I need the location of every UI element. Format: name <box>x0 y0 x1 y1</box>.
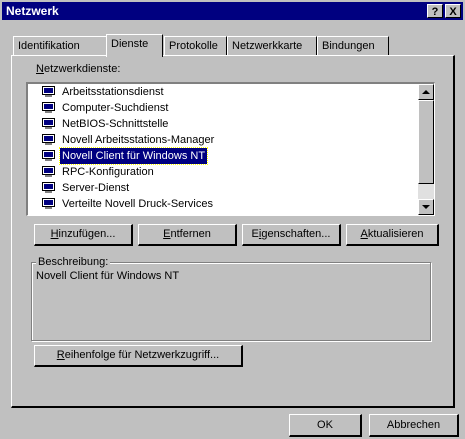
network-service-icon <box>42 198 55 209</box>
refresh-button[interactable]: Aktualisieren <box>346 224 439 246</box>
list-item-label: Computer-Suchdienst <box>62 102 169 114</box>
description-label: Beschreibung: <box>36 256 111 268</box>
list-item-label: NetBIOS-Schnittstelle <box>62 118 169 130</box>
help-button[interactable]: ? <box>427 4 443 18</box>
list-item-label: RPC-Konfiguration <box>62 166 154 178</box>
arrow-up-icon <box>422 90 430 94</box>
list-item-label: Verteilte Novell Druck-Services <box>62 198 213 210</box>
network-dialog: Netzwerk ? X Identifikation Dienste Prot… <box>0 0 465 439</box>
network-order-button[interactable]: Reihenfolge für Netzwerkzugriff... <box>34 345 243 367</box>
services-listbox[interactable]: Arbeitsstationsdienst Computer-Suchdiens… <box>26 82 435 216</box>
tab-protokolle[interactable]: Protokolle <box>164 36 227 56</box>
title-bar[interactable]: Netzwerk ? X <box>2 2 463 20</box>
tab-bindungen[interactable]: Bindungen <box>317 36 389 56</box>
tab-label: Identifikation <box>18 40 80 52</box>
list-item-label: Novell Client für Windows NT <box>58 147 209 165</box>
arrow-down-icon <box>422 205 430 209</box>
network-service-icon <box>42 102 55 113</box>
ok-button[interactable]: OK <box>289 414 362 437</box>
tab-identifikation[interactable]: Identifikation <box>13 36 108 56</box>
close-button[interactable]: X <box>445 4 461 18</box>
list-item-label: Arbeitsstationsdienst <box>62 86 164 98</box>
services-label: Netzwerkdienste: <box>36 63 121 75</box>
network-service-icon <box>42 86 55 97</box>
remove-button[interactable]: Entfernen <box>138 224 237 246</box>
list-item-label: Novell Arbeitsstations-Manager <box>62 134 215 146</box>
cancel-button[interactable]: Abbrechen <box>369 414 459 437</box>
network-service-icon <box>42 166 55 177</box>
window-title: Netzwerk <box>6 4 59 18</box>
network-service-icon <box>42 134 55 145</box>
vertical-scrollbar[interactable] <box>418 84 434 215</box>
network-service-icon <box>42 118 55 129</box>
network-service-icon <box>42 182 55 193</box>
properties-button[interactable]: Eigenschaften... <box>242 224 341 246</box>
scroll-thumb[interactable] <box>418 100 434 184</box>
tab-label: Netzwerkkarte <box>232 40 303 52</box>
list-item-label: Server-Dienst <box>62 182 130 194</box>
network-service-icon <box>42 150 55 161</box>
tab-label: Dienste <box>111 38 149 50</box>
scroll-up-button[interactable] <box>418 84 434 100</box>
scroll-down-button[interactable] <box>418 199 434 215</box>
tab-netzwerkkarte[interactable]: Netzwerkkarte <box>227 36 317 56</box>
tab-label: Protokolle <box>169 40 218 52</box>
add-button[interactable]: Hinzufügen... <box>34 224 133 246</box>
description-text: Novell Client für Windows NT <box>36 270 180 282</box>
tab-dienste[interactable]: Dienste <box>106 34 163 57</box>
tab-label: Bindungen <box>322 40 375 52</box>
